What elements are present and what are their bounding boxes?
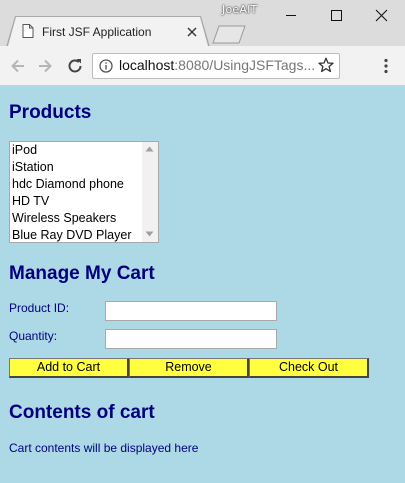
product-id-label: Product ID: [9, 301, 70, 315]
list-item[interactable]: hdc Diamond phone [12, 176, 124, 193]
forward-arrow-icon[interactable] [36, 57, 54, 75]
quantity-input[interactable] [105, 329, 277, 349]
scroll-up-arrow-icon[interactable] [145, 146, 154, 152]
url-text[interactable]: localhost:8080/UsingJSFTags... [119, 57, 315, 75]
close-window-button[interactable] [359, 0, 405, 30]
back-arrow-icon[interactable] [9, 57, 27, 75]
check-out-button[interactable]: Check Out [249, 358, 369, 378]
remove-button[interactable]: Remove [129, 358, 249, 378]
list-item[interactable]: iStation [12, 159, 54, 176]
new-tab-button[interactable] [212, 25, 246, 44]
close-icon [375, 9, 388, 22]
url-path: :8080/UsingJSFTags... [174, 57, 315, 73]
url-host: localhost [119, 57, 175, 73]
kebab-menu-icon[interactable] [383, 58, 389, 74]
list-item[interactable]: Wireless Speakers [12, 210, 116, 227]
profile-name[interactable]: JoeAIT [222, 3, 266, 17]
info-icon[interactable] [99, 59, 113, 73]
listbox-scrollbar[interactable] [142, 142, 158, 242]
list-item[interactable]: iPod [12, 142, 37, 159]
tab-title: First JSF Application [42, 25, 152, 39]
star-icon[interactable] [318, 57, 334, 73]
maximize-icon [331, 10, 342, 21]
close-icon[interactable] [186, 26, 198, 38]
minimize-button[interactable] [268, 0, 314, 30]
maximize-button[interactable] [314, 0, 360, 30]
scroll-down-arrow-icon[interactable] [145, 231, 154, 237]
manage-cart-heading: Manage My Cart [9, 263, 155, 284]
minimize-icon [286, 15, 296, 16]
cart-contents-text: Cart contents will be displayed here [9, 441, 199, 455]
cart-contents-heading: Contents of cart [9, 402, 155, 423]
products-listbox[interactable]: iPod iStation hdc Diamond phone HD TV Wi… [9, 141, 159, 243]
quantity-label: Quantity: [9, 329, 58, 343]
list-item[interactable]: HD TV [12, 193, 49, 210]
page-icon [22, 24, 34, 38]
add-to-cart-button[interactable]: Add to Cart [9, 358, 129, 378]
list-item[interactable]: Blue Ray DVD Player [12, 227, 132, 242]
product-id-input[interactable] [105, 301, 277, 321]
products-heading: Products [9, 102, 92, 123]
reload-icon[interactable] [66, 57, 84, 75]
